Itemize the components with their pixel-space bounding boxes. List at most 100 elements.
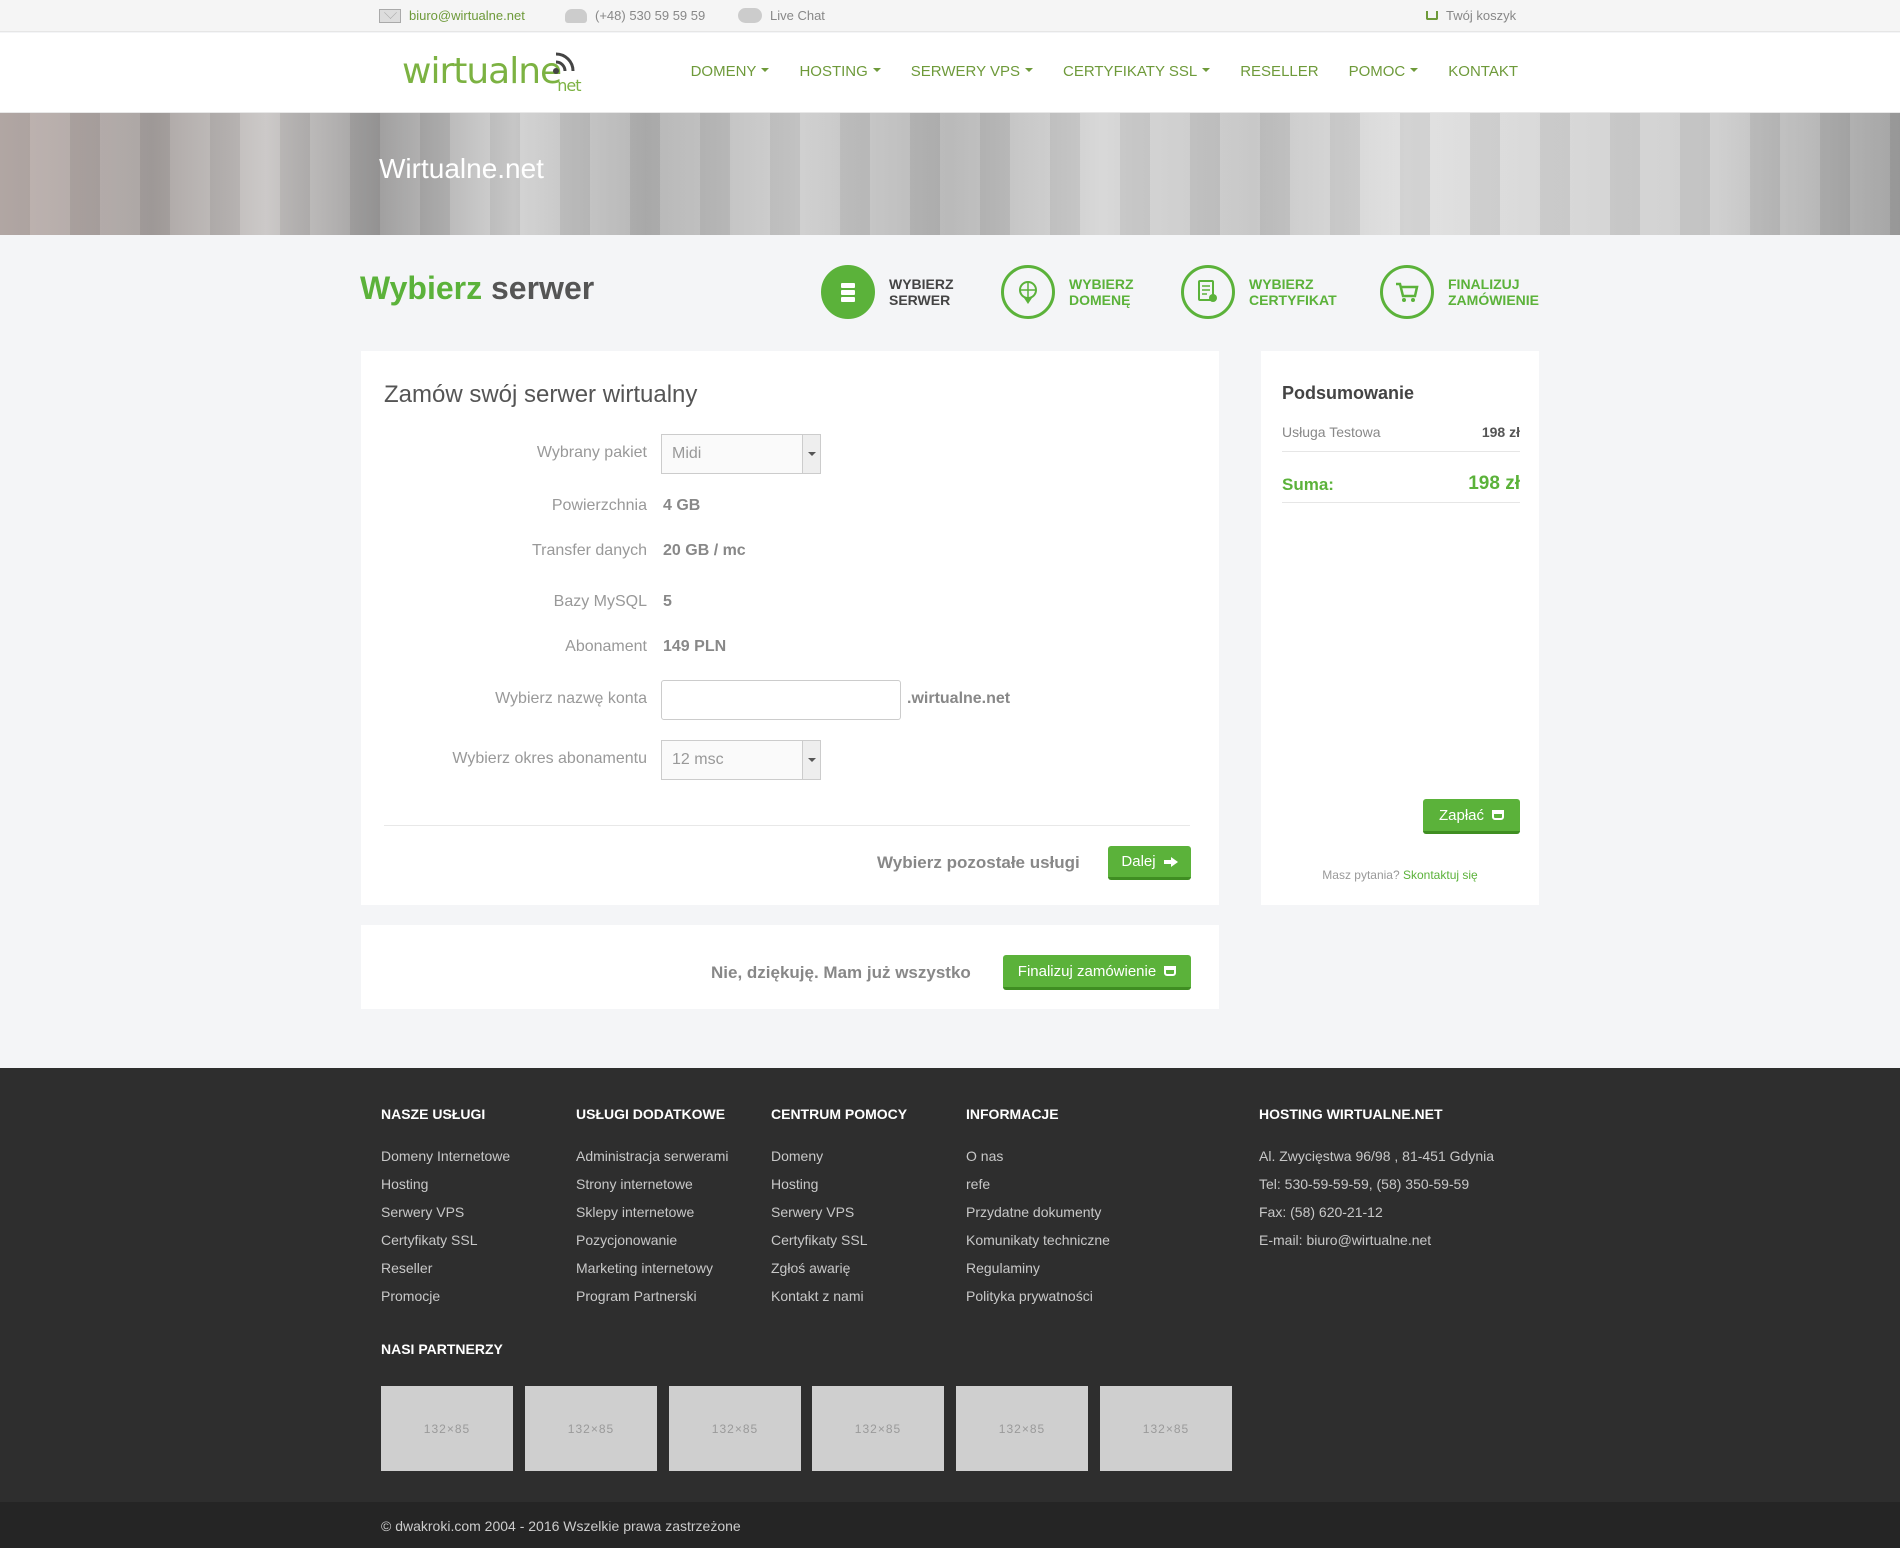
transfer-row: Transfer danych 20 GB / mc — [361, 532, 1219, 572]
wifi-signal-icon — [553, 52, 575, 74]
pay-button[interactable]: Zapłać — [1423, 799, 1520, 834]
cart-link[interactable]: Twój koszyk — [1426, 8, 1516, 23]
footer-link[interactable]: Komunikaty techniczne — [966, 1232, 1110, 1260]
copyright-text: © dwakroki.com 2004 - 2016 Wszelkie praw… — [381, 1518, 741, 1534]
footer-link[interactable]: Serwery VPS — [381, 1204, 510, 1232]
step-choose-domain[interactable]: WYBIERZ DOMENĘ — [1001, 265, 1134, 319]
summary-title: Podsumowanie — [1282, 383, 1415, 403]
summary-total-price: 198 zł — [1468, 473, 1520, 494]
nav-hosting[interactable]: HOSTING — [799, 63, 881, 80]
next-services-text: Wybierz pozostałe usługi — [877, 853, 1080, 872]
summary-item-price: 198 zł — [1481, 424, 1520, 440]
nav-domeny[interactable]: DOMENY — [691, 63, 770, 80]
footer-fax: Fax: (58) 620-21-12 — [1259, 1204, 1383, 1220]
copyright-bar: © dwakroki.com 2004 - 2016 Wszelkie praw… — [0, 1502, 1900, 1548]
summary-item-name: Usługa Testowa — [1282, 424, 1381, 440]
footer-link[interactable]: Administracja serwerami — [576, 1148, 728, 1176]
hero-background — [0, 113, 1900, 235]
footer: NASZE USŁUGI Domeny Internetowe Hosting … — [0, 1068, 1900, 1502]
page-title: Wybierz serwer — [360, 270, 594, 307]
phone-icon — [565, 8, 587, 23]
partner-logo[interactable]: 132×85 — [669, 1386, 801, 1471]
step-label: DOMENĘ — [1069, 292, 1131, 308]
partner-logo[interactable]: 132×85 — [956, 1386, 1088, 1471]
globe-pin-icon — [1001, 265, 1055, 319]
step-choose-server[interactable]: WYBIERZ SERWER — [821, 265, 954, 319]
footer-link[interactable]: Program Partnerski — [576, 1288, 728, 1316]
footer-link[interactable]: Regulaminy — [966, 1260, 1110, 1288]
footer-link[interactable]: O nas — [966, 1148, 1110, 1176]
footer-col-contact: HOSTING WIRTUALNE.NET Al. Zwycięstwa 96/… — [1259, 1106, 1494, 1260]
step-finalize-order[interactable]: FINALIZUJ ZAMÓWIENIE — [1380, 265, 1539, 319]
live-chat[interactable]: Live Chat — [738, 8, 825, 23]
footer-link[interactable]: Reseller — [381, 1260, 510, 1288]
contact-link[interactable]: Skontaktuj się — [1403, 868, 1478, 882]
summary-item: Usługa Testowa 198 zł — [1282, 424, 1520, 452]
partner-logo[interactable]: 132×85 — [381, 1386, 513, 1471]
nav-pomoc[interactable]: POMOC — [1349, 63, 1419, 80]
step-label: WYBIERZ — [1249, 276, 1314, 292]
caret-down-icon — [1410, 68, 1419, 76]
step-label: WYBIERZ — [889, 276, 954, 292]
top-bar: biuro@wirtualne.net (+48) 530 59 59 59 L… — [0, 0, 1900, 32]
partner-logo[interactable]: 132×85 — [1100, 1386, 1232, 1471]
footer-link[interactable]: Strony internetowe — [576, 1176, 728, 1204]
footer-link[interactable]: Pozycjonowanie — [576, 1232, 728, 1260]
nav-certyfikaty-ssl[interactable]: CERTYFIKATY SSL — [1063, 63, 1211, 80]
nav-serwery-vps[interactable]: SERWERY VPS — [911, 63, 1033, 80]
live-chat-text[interactable]: Live Chat — [770, 8, 825, 23]
footer-link[interactable]: Przydatne dokumenty — [966, 1204, 1110, 1232]
finalize-text: Nie, dziękuję. Mam już wszystko — [711, 963, 971, 982]
step-label: WYBIERZ — [1069, 276, 1134, 292]
period-row: Wybierz okres abonamentu 12 msc — [361, 740, 1219, 780]
footer-link[interactable]: Serwery VPS — [771, 1204, 907, 1232]
package-label: Wybrany pakiet — [536, 444, 647, 461]
step-label: FINALIZUJ — [1448, 276, 1520, 292]
server-icon — [821, 265, 875, 319]
email-text[interactable]: biuro@wirtualne.net — [409, 8, 525, 23]
account-name-input[interactable] — [661, 680, 901, 720]
mysql-value: 5 — [663, 593, 672, 610]
footer-col-help: CENTRUM POMOCY Domeny Hosting Serwery VP… — [771, 1106, 907, 1316]
page-title-dark: serwer — [491, 270, 595, 306]
footer-link[interactable]: Domeny Internetowe — [381, 1148, 510, 1176]
footer-link[interactable]: Zgłoś awarię — [771, 1260, 907, 1288]
footer-phone: Tel: 530-59-59-59, (58) 350-59-59 — [1259, 1176, 1470, 1192]
cart-text[interactable]: Twój koszyk — [1446, 8, 1516, 23]
cart-icon — [1164, 966, 1177, 976]
footer-link[interactable]: Domeny — [771, 1148, 907, 1176]
chevron-down-icon — [802, 741, 820, 779]
certificate-icon — [1181, 265, 1235, 319]
order-form-card: Zamów swój serwer wirtualny Wybrany paki… — [361, 351, 1219, 905]
footer-link[interactable]: Sklepy internetowe — [576, 1204, 728, 1232]
next-button[interactable]: Dalej — [1108, 846, 1191, 880]
main-nav: DOMENY HOSTING SERWERY VPS CERTYFIKATY S… — [691, 63, 1518, 80]
footer-link[interactable]: Certyfikaty SSL — [381, 1232, 510, 1260]
partner-logo[interactable]: 132×85 — [812, 1386, 944, 1471]
email-contact[interactable]: biuro@wirtualne.net — [379, 8, 525, 23]
nav-kontakt[interactable]: KONTAKT — [1448, 63, 1518, 80]
footer-link[interactable]: Kontakt z nami — [771, 1288, 907, 1316]
step-choose-certificate[interactable]: WYBIERZ CERTYFIKAT — [1181, 265, 1337, 319]
finalize-card: Nie, dziękuję. Mam już wszystko Finalizu… — [361, 925, 1219, 1009]
footer-link[interactable]: Promocje — [381, 1288, 510, 1316]
step-label: ZAMÓWIENIE — [1448, 292, 1539, 308]
footer-link[interactable]: Hosting — [771, 1176, 907, 1204]
period-select[interactable]: 12 msc — [661, 740, 821, 780]
nav-reseller[interactable]: RESELLER — [1240, 63, 1318, 80]
partner-logo[interactable]: 132×85 — [525, 1386, 657, 1471]
package-row: Wybrany pakiet Midi — [361, 434, 1219, 474]
footer-link[interactable]: refe — [966, 1176, 1110, 1204]
footer-link[interactable]: Marketing internetowy — [576, 1260, 728, 1288]
partners-title: NASI PARTNERZY — [381, 1341, 503, 1357]
cart-icon — [1380, 265, 1434, 319]
finalize-button-label: Finalizuj zamówienie — [1017, 962, 1157, 980]
footer-link[interactable]: Certyfikaty SSL — [771, 1232, 907, 1260]
finalize-button[interactable]: Finalizuj zamówienie — [1003, 955, 1191, 990]
subscription-row: Abonament 149 PLN — [361, 628, 1219, 668]
space-value: 4 GB — [663, 497, 701, 514]
package-select[interactable]: Midi — [661, 434, 821, 474]
footer-email[interactable]: E-mail: biuro@wirtualne.net — [1259, 1232, 1494, 1260]
footer-link[interactable]: Polityka prywatności — [966, 1288, 1110, 1316]
footer-link[interactable]: Hosting — [381, 1176, 510, 1204]
